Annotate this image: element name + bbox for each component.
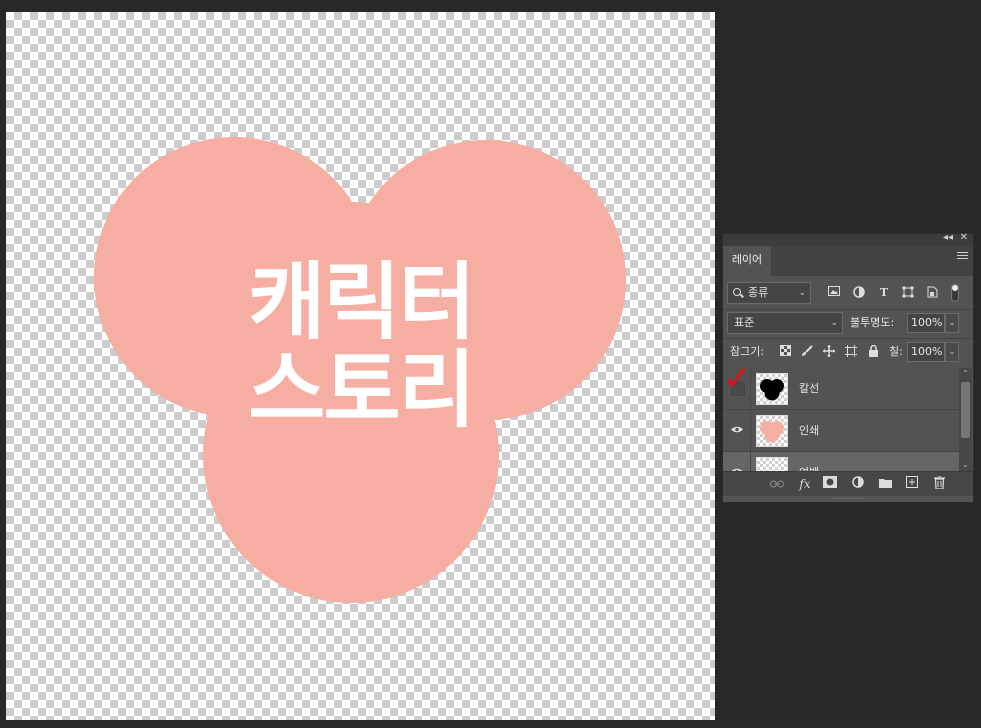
layer-list: ✓ 칼선 인쇄 여백 [723,368,959,471]
new-layer-icon[interactable] [904,476,920,492]
panel-menu-icon[interactable] [957,252,968,261]
panel-resize-grip[interactable] [833,498,863,502]
panel-tab-bar: 레이어 [723,246,973,276]
close-panel-icon[interactable]: ✕ [960,232,968,243]
blend-mode-value: 표준 [734,316,755,329]
layer-row[interactable]: ✓ 칼선 [723,368,959,410]
link-layers-icon[interactable] [769,476,785,492]
artwork-title-line-1: 캐릭터 [248,253,476,351]
artwork-title-line-2: 스토리 [248,341,476,439]
filter-kind-dropdown[interactable]: 종류 ⌄ [727,282,811,304]
new-group-icon[interactable] [877,476,893,492]
lock-position-icon[interactable] [822,345,836,359]
smart-object-filter-icon[interactable] [925,286,939,300]
collapse-panel-icon[interactable]: ◂◂ [943,232,953,243]
layer-thumbnail [756,373,788,405]
adjustment-layer-icon[interactable] [850,476,866,492]
layer-list-scrollbar[interactable]: ⌃ ⌄ [959,368,972,471]
layer-row[interactable]: 인쇄 [723,410,959,452]
shape-filter-icon[interactable] [901,286,915,300]
red-checkmark-annotation: ✓ [723,368,752,399]
fx-icon[interactable]: fx [797,476,813,492]
visibility-toggle[interactable] [723,410,751,451]
chevron-down-icon: ⌄ [798,288,806,298]
document-canvas[interactable]: 캐릭터 스토리 [6,12,715,720]
scroll-down-icon[interactable]: ⌄ [959,459,972,471]
blend-row: 표준 ⌄ 불투명도: 100% ⌄ [723,312,973,336]
lock-image-pixels-icon[interactable] [800,345,814,359]
scroll-thumb[interactable] [961,382,970,438]
opacity-label: 불투명도: [850,316,895,329]
tab-layers[interactable]: 레이어 [723,246,771,276]
lock-transparent-pixels-icon[interactable] [778,345,792,359]
panel-title-bar[interactable]: ◂◂ ✕ [723,232,973,246]
lock-artboard-icon[interactable] [844,345,858,359]
visibility-toggle[interactable]: ✓ [723,368,752,409]
layers-panel: ◂◂ ✕ 레이어 종류 ⌄ T 표준 ⌄ 불투명도: 100% ⌄ 잠그기: 칠… [722,232,974,503]
filter-kind-label: 종류 [748,286,769,299]
scroll-up-icon[interactable]: ⌃ [959,368,972,380]
blend-mode-dropdown[interactable]: 표준 ⌄ [727,312,843,334]
eye-icon [731,426,743,433]
layer-thumbnail [756,415,788,447]
lock-label: 잠그기: [730,345,765,358]
layer-name: 칼선 [799,382,820,395]
type-filter-icon[interactable]: T [877,286,891,300]
layers-bottom-toolbar: fx [723,471,973,496]
fill-input[interactable]: 100% [907,342,945,362]
image-filter-icon[interactable] [827,286,841,300]
search-icon [733,288,741,296]
layer-thumbnail [756,457,788,471]
fill-dropdown-arrow[interactable]: ⌄ [945,342,959,362]
layer-name: 인쇄 [799,424,820,437]
add-mask-icon[interactable] [822,476,838,492]
layer-name: 여백 [799,452,819,471]
visibility-toggle[interactable] [723,452,751,471]
chevron-down-icon: ⌄ [830,318,838,328]
filter-toggle[interactable] [951,284,959,302]
fill-label: 칠: [889,345,903,358]
delete-layer-icon[interactable] [931,475,947,492]
opacity-input[interactable]: 100% [907,313,945,333]
filter-row: 종류 ⌄ T [723,282,973,306]
lock-row: 잠그기: 칠: 100% ⌄ [723,341,973,365]
lock-all-icon[interactable] [866,344,880,359]
opacity-dropdown-arrow[interactable]: ⌄ [945,313,959,333]
adjustment-filter-icon[interactable] [852,286,866,300]
layer-row[interactable]: 여백 [723,452,959,471]
